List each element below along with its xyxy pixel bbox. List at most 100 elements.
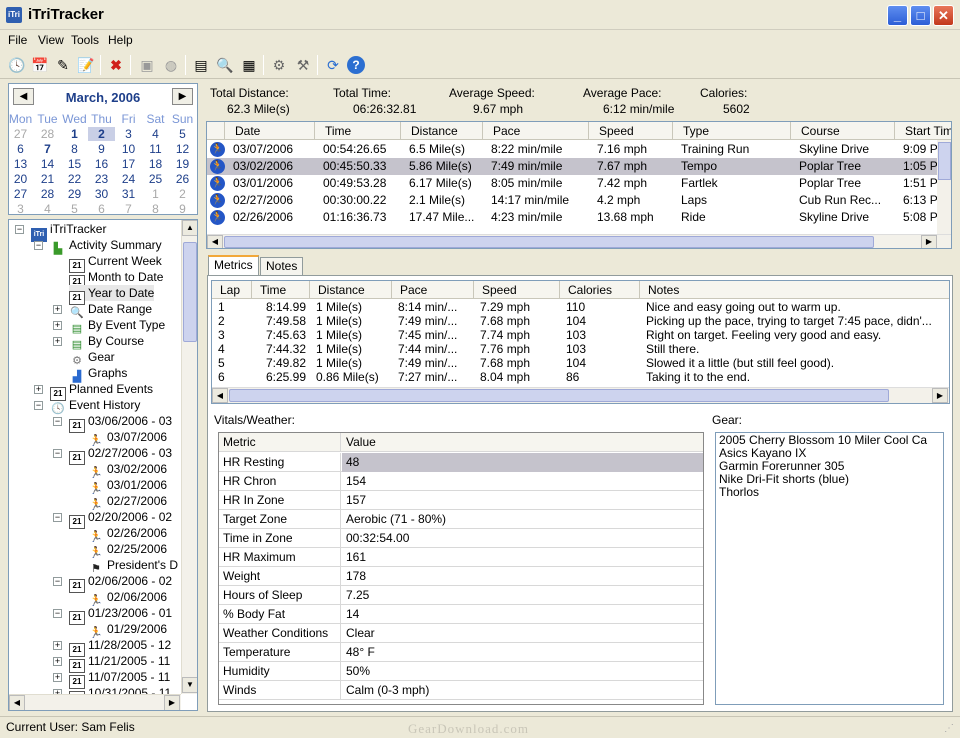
lap-cell[interactable]: Right on target. Feeling very good and e… (646, 328, 948, 342)
event-cell[interactable]: 7:49 min/mile (491, 158, 589, 175)
event-cell[interactable]: Ride (681, 209, 791, 226)
calendar-day[interactable]: 24 (115, 172, 142, 186)
tree-item[interactable]: 21 11/28/2005 - 12 (69, 637, 171, 657)
tab-notes[interactable]: Notes (260, 257, 304, 275)
month-calendar[interactable]: ◀ March, 2006 ▶ Mon Tue Wed Thu Fri Sat Sun 27 2… (7, 83, 198, 216)
gear-item[interactable]: Garmin Forerunner 305 (719, 460, 940, 473)
scroll-right-arrow[interactable]: ▶ (921, 235, 937, 248)
scroll-left-arrow[interactable]: ◀ (207, 235, 223, 248)
scroll-right-arrow[interactable]: ▶ (932, 388, 948, 403)
event-cell[interactable]: 01:16:36.73 (323, 209, 401, 226)
tree-item[interactable]: 21 02/27/2006 - 03 (69, 445, 172, 465)
event-cell[interactable]: 8:22 min/mile (491, 141, 589, 158)
lap-cell[interactable]: 7:49 min/... (398, 314, 472, 328)
expand-toggle[interactable]: + (53, 305, 62, 314)
vitals-value[interactable]: 178 (342, 567, 703, 586)
column-header-notes[interactable]: Notes (640, 281, 949, 299)
tree-item[interactable]: 21 11/21/2005 - 11 (69, 653, 170, 673)
calendar-day[interactable]: 3 (115, 127, 142, 141)
lap-cell[interactable]: Taking it to the end. (646, 370, 948, 384)
lap-cell[interactable]: 7.29 mph (480, 300, 558, 314)
lap-cell[interactable]: 103 (566, 342, 638, 356)
event-cell[interactable]: 02/26/2006 (233, 209, 315, 226)
calendar-day[interactable]: 21 (34, 172, 61, 186)
tree-item[interactable]: ▤ By Event Type (69, 317, 165, 335)
column-header-pace[interactable]: Pace (483, 122, 589, 140)
tab-metrics[interactable]: Metrics (208, 255, 259, 275)
navigation-tree[interactable]: − iTri iTriTracker − ▙ Activity Summary 21 Curr… (8, 219, 198, 711)
calendar-day[interactable]: 15 (61, 157, 88, 171)
vitals-row[interactable]: Target Zone Aerobic (71 - 80%) (219, 510, 703, 529)
column-header-speed[interactable]: Speed (589, 122, 673, 140)
lap-cell[interactable]: 3 (218, 328, 250, 342)
calculator-icon[interactable]: ▦ (240, 56, 258, 74)
menu-help[interactable]: Help (108, 33, 133, 47)
calendar-day[interactable]: 9 (169, 202, 196, 216)
column-header-start-time[interactable]: Start Time (895, 122, 951, 140)
lap-cell[interactable]: 7:44.32 (258, 342, 306, 356)
event-cell[interactable]: 00:49:53.28 (323, 175, 401, 192)
tree-item[interactable]: 21 Year to Date (69, 285, 155, 305)
calendar-day[interactable]: 17 (115, 157, 142, 171)
event-cell[interactable]: 00:54:26.65 (323, 141, 401, 158)
events-horizontal-scrollbar[interactable]: ◀ ▶ (207, 234, 951, 248)
gear-item[interactable]: Nike Dri-Fit shorts (blue) (719, 473, 940, 486)
column-header-pace[interactable]: Pace (392, 281, 474, 299)
expand-toggle[interactable]: + (53, 321, 62, 330)
collapse-toggle[interactable]: − (53, 449, 62, 458)
calendar-day[interactable]: 29 (61, 187, 88, 201)
column-header-calories[interactable]: Calories (560, 281, 640, 299)
calendar-day[interactable]: 3 (7, 202, 34, 216)
lap-cell[interactable]: 1 Mile(s) (316, 356, 390, 370)
vitals-value[interactable]: Calm (0-3 mph) (342, 681, 703, 700)
tree-item[interactable]: 21 01/23/2006 - 01 (69, 605, 172, 625)
icon-column-header[interactable] (207, 122, 225, 140)
next-month-button[interactable]: ▶ (172, 88, 193, 105)
tree-item[interactable]: 21 Current Week (69, 253, 162, 273)
menu-view[interactable]: View (38, 33, 64, 47)
vitals-row[interactable]: Winds Calm (0-3 mph) (219, 681, 703, 700)
lap-cell[interactable]: 110 (566, 300, 638, 314)
expand-toggle[interactable]: + (53, 673, 62, 682)
event-cell[interactable]: 02/27/2006 (233, 192, 315, 209)
event-cell[interactable]: Laps (681, 192, 791, 209)
event-cell[interactable]: 5.86 Mile(s) (409, 158, 483, 175)
vitals-row[interactable]: Time in Zone 00:32:54.00 (219, 529, 703, 548)
lap-cell[interactable]: 7:45 min/... (398, 328, 472, 342)
vitals-row[interactable]: HR In Zone 157 (219, 491, 703, 510)
search-icon[interactable]: 🔍 (216, 56, 234, 74)
tree-item[interactable]: iTri iTriTracker (31, 221, 106, 242)
event-cell[interactable]: Skyline Drive (799, 209, 895, 226)
event-cell[interactable]: 6.5 Mile(s) (409, 141, 483, 158)
calendar-day[interactable]: 6 (7, 142, 34, 156)
calendar-day[interactable]: 22 (61, 172, 88, 186)
calendar-day[interactable]: 10 (115, 142, 142, 156)
vitals-row[interactable]: HR Resting 48 (219, 453, 703, 472)
menu-tools[interactable]: Tools (71, 33, 99, 47)
calendar-day[interactable]: 30 (88, 187, 115, 201)
vitals-row[interactable]: Weather Conditions Clear (219, 624, 703, 643)
laps-horizontal-scrollbar[interactable]: ◀ ▶ (212, 387, 949, 403)
calendar-day[interactable]: 2 (169, 187, 196, 201)
tree-item[interactable]: 🏃 03/07/2006 (88, 429, 167, 447)
help-icon[interactable]: ? (347, 56, 365, 74)
lap-cell[interactable]: Picking up the pace, trying to target 7:… (646, 314, 948, 328)
gear-item[interactable]: 2005 Cherry Blossom 10 Miler Cool Ca (719, 434, 940, 447)
scroll-left-arrow[interactable]: ◀ (212, 388, 228, 403)
tree-item[interactable]: 🏃 02/25/2006 (88, 541, 167, 559)
tree-item[interactable]: 🏃 03/02/2006 (88, 461, 167, 479)
value-column-header[interactable]: Value (342, 433, 703, 452)
calendar-day[interactable]: 5 (169, 127, 196, 141)
vitals-row[interactable]: HR Maximum 161 (219, 548, 703, 567)
lap-cell[interactable]: 5 (218, 356, 250, 370)
event-cell[interactable]: Fartlek (681, 175, 791, 192)
lap-cell[interactable]: 7:44 min/... (398, 342, 472, 356)
calendar-icon[interactable]: 📅 (31, 56, 49, 74)
calendar-day[interactable]: 8 (61, 142, 88, 156)
resize-grip-icon[interactable]: ⋰ (944, 723, 954, 734)
event-cell[interactable]: 17.47 Mile... (409, 209, 483, 226)
lap-cell[interactable]: 8.04 mph (480, 370, 558, 384)
event-cell[interactable]: Training Run (681, 141, 791, 158)
lap-cell[interactable]: 7:49.82 (258, 356, 306, 370)
tree-item[interactable]: 🏃 02/27/2006 (88, 493, 167, 511)
